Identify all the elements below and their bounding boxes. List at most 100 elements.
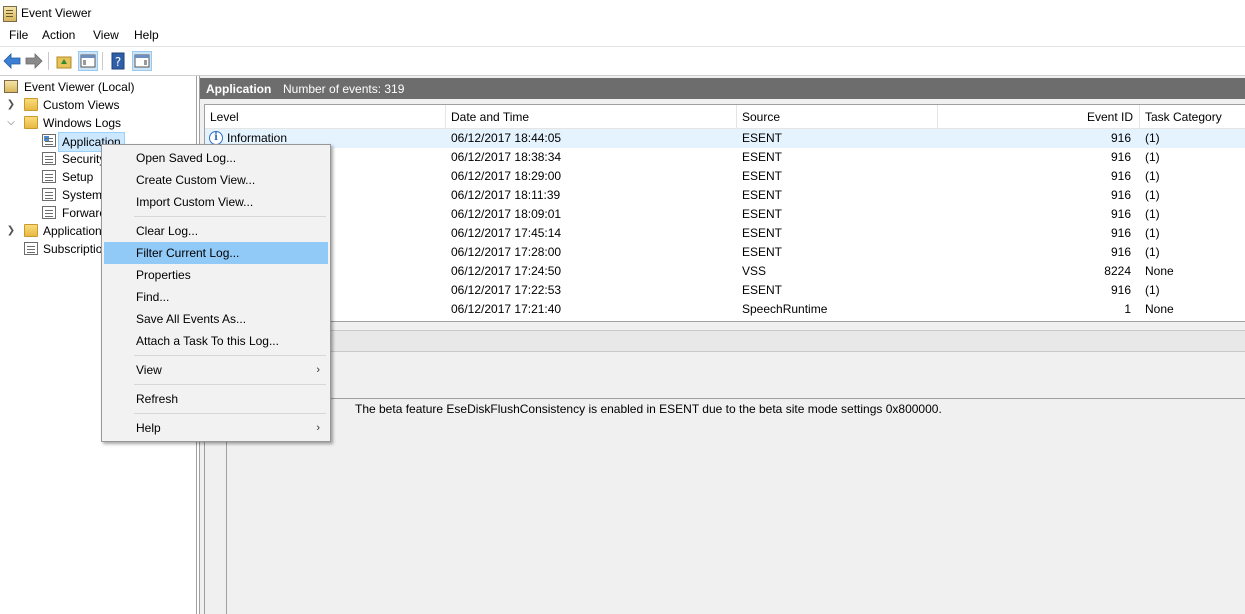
- table-row[interactable]: 06/12/2017 18:11:39 ESENT 916 (1): [205, 186, 1245, 205]
- menu-item-attach-task[interactable]: Attach a Task To this Log...: [104, 330, 328, 352]
- menu-item-clear-log[interactable]: Clear Log...: [104, 220, 328, 242]
- menu-item-import-custom-view[interactable]: Import Custom View...: [104, 191, 328, 213]
- menu-bar: File Action View Help: [0, 26, 1245, 46]
- cell-cat: (1): [1145, 150, 1160, 164]
- log-pane: Application Number of events: 319 Level …: [199, 76, 1245, 614]
- chevron-down-icon[interactable]: ⌵: [6, 114, 16, 132]
- tree-label: Event Viewer (Local): [24, 80, 135, 94]
- table-row[interactable]: 06/12/2017 17:21:40 SpeechRuntime 1 None: [205, 300, 1245, 319]
- menu-item-view[interactable]: View ›: [104, 359, 328, 381]
- table-row[interactable]: 06/12/2017 18:29:00 ESENT 916 (1): [205, 167, 1245, 186]
- toolbar-separator: [48, 52, 49, 70]
- cell-id: 916: [1110, 283, 1131, 297]
- chevron-right-icon: ›: [316, 422, 320, 434]
- menu-item-filter-current-log[interactable]: Filter Current Log...: [104, 242, 328, 264]
- column-header-event-id[interactable]: Event ID: [938, 105, 1140, 129]
- cell-date: 06/12/2017 17:45:14: [451, 226, 562, 240]
- folder-icon: [24, 98, 38, 111]
- tree-label: Windows Logs: [43, 116, 122, 130]
- back-arrow-icon: [3, 53, 21, 69]
- menu-item-save-all-events[interactable]: Save All Events As...: [104, 308, 328, 330]
- folder-icon: [24, 224, 38, 237]
- cell-source: ESENT: [742, 207, 783, 221]
- menu-item-find[interactable]: Find...: [104, 286, 328, 308]
- cell-id: 916: [1110, 150, 1131, 164]
- column-header-source[interactable]: Source: [737, 105, 938, 129]
- up-folder-button[interactable]: [54, 51, 74, 71]
- context-menu: Open Saved Log... Create Custom View... …: [101, 144, 331, 442]
- menu-view[interactable]: View: [91, 28, 121, 42]
- chevron-right-icon[interactable]: ❯: [6, 96, 16, 114]
- menu-action[interactable]: Action: [40, 28, 77, 42]
- details-tabs-bar: [204, 330, 1245, 352]
- cell-id: 916: [1110, 226, 1131, 240]
- show-hide-tree-button[interactable]: [78, 51, 98, 71]
- show-hide-action-pane-button[interactable]: [132, 51, 152, 71]
- events-table: Level Date and Time Source Event ID Task…: [204, 104, 1245, 322]
- tree-label: Application: [43, 224, 102, 238]
- cell-source: ESENT: [742, 226, 783, 240]
- cell-source: ESENT: [742, 169, 783, 183]
- menu-item-label: Find...: [136, 290, 170, 304]
- menu-help[interactable]: Help: [132, 28, 161, 42]
- event-message: The beta feature EseDiskFlushConsistency…: [355, 402, 942, 416]
- chevron-right-icon: ›: [316, 364, 320, 376]
- forward-button[interactable]: [24, 51, 44, 71]
- column-header-date[interactable]: Date and Time: [446, 105, 737, 129]
- event-details: The beta feature EseDiskFlushConsistency…: [204, 400, 1245, 614]
- information-icon: i: [209, 131, 223, 145]
- menu-item-label: Help: [136, 421, 161, 435]
- help-book-icon: ?: [111, 52, 125, 70]
- tree-label: Subscriptio: [43, 242, 103, 256]
- cell-date: 06/12/2017 18:38:34: [451, 150, 562, 164]
- cell-date: 06/12/2017 17:21:40: [451, 302, 562, 316]
- table-row[interactable]: 06/12/2017 17:22:53 ESENT 916 (1): [205, 281, 1245, 300]
- table-row[interactable]: 06/12/2017 18:38:34 ESENT 916 (1): [205, 148, 1245, 167]
- help-button[interactable]: ?: [108, 51, 128, 71]
- table-row[interactable]: 06/12/2017 17:24:50 VSS 8224 None: [205, 262, 1245, 281]
- tree-label: System: [62, 188, 103, 202]
- menu-item-properties[interactable]: Properties: [104, 264, 328, 286]
- back-button[interactable]: [2, 51, 22, 71]
- cell-source: ESENT: [742, 283, 783, 297]
- column-header-level[interactable]: Level: [205, 105, 446, 129]
- cell-source: VSS: [742, 264, 767, 278]
- console-tree-icon: [80, 54, 96, 68]
- menu-item-label: View: [136, 363, 162, 377]
- log-header: Application Number of events: 319: [200, 78, 1245, 99]
- tree-label: Security: [62, 152, 106, 166]
- menu-item-label: Import Custom View...: [136, 195, 254, 209]
- menu-file[interactable]: File: [7, 28, 30, 42]
- cell-source: SpeechRuntime: [742, 302, 828, 316]
- menu-separator: [134, 384, 326, 385]
- menu-separator: [134, 216, 326, 217]
- subscriptions-icon: [24, 242, 38, 255]
- cell-date: 06/12/2017 17:28:00: [451, 245, 562, 259]
- chevron-right-icon[interactable]: ❯: [6, 222, 16, 240]
- title-bar: Event Viewer: [0, 0, 1245, 26]
- cell-cat: (1): [1145, 131, 1160, 145]
- table-row[interactable]: 06/12/2017 18:09:01 ESENT 916 (1): [205, 205, 1245, 224]
- table-row[interactable]: i Information 06/12/2017 18:44:05 ESENT 916(…: [205, 129, 1245, 148]
- folder-icon: [24, 116, 38, 129]
- cell-id: 916: [1110, 131, 1131, 145]
- menu-item-label: Open Saved Log...: [136, 151, 237, 165]
- menu-item-refresh[interactable]: Refresh: [104, 388, 328, 410]
- menu-item-help[interactable]: Help ›: [104, 417, 328, 439]
- menu-item-label: Refresh: [136, 392, 179, 406]
- cell-cat: (1): [1145, 207, 1160, 221]
- log-icon: [42, 170, 56, 183]
- toolbar: ?: [0, 46, 1245, 76]
- action-pane-icon: [134, 54, 150, 68]
- table-row[interactable]: 06/12/2017 17:45:14 ESENT 916 (1): [205, 224, 1245, 243]
- menu-item-create-custom-view[interactable]: Create Custom View...: [104, 169, 328, 191]
- cell-cat: (1): [1145, 283, 1160, 297]
- details-header: [204, 352, 1245, 399]
- menu-item-label: Attach a Task To this Log...: [136, 334, 279, 348]
- table-row[interactable]: 06/12/2017 17:28:00 ESENT 916 (1): [205, 243, 1245, 262]
- cell-id: 1: [1124, 302, 1131, 316]
- cell-date: 06/12/2017 17:24:50: [451, 264, 562, 278]
- column-header-task-category[interactable]: Task Category: [1140, 105, 1245, 129]
- menu-item-open-saved-log[interactable]: Open Saved Log...: [104, 147, 328, 169]
- log-name: Application: [206, 82, 272, 96]
